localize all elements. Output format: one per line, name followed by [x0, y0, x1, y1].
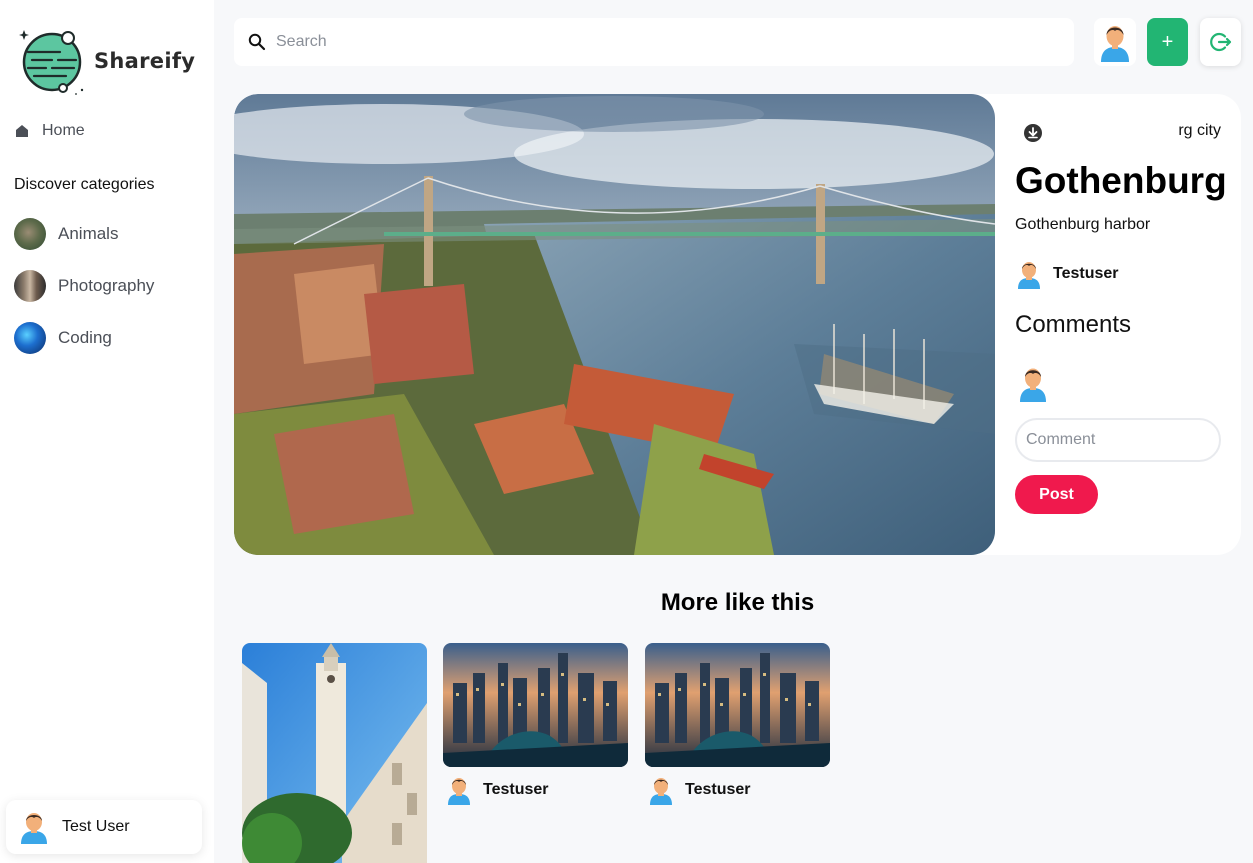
- posted-by-user[interactable]: Testuser: [1015, 259, 1119, 289]
- profile-avatar-button[interactable]: [1094, 18, 1136, 66]
- sidebar-item-animals[interactable]: Animals: [14, 218, 118, 250]
- related-pin-tile[interactable]: [443, 643, 628, 767]
- pin-detail-card: rg city Gothenburg Gothenburg harbor Tes…: [234, 94, 1241, 555]
- planet-logo-icon: [16, 26, 88, 96]
- sidebar-item-label: Animals: [58, 224, 119, 243]
- post-comment-button[interactable]: Post: [1015, 475, 1098, 514]
- related-pin-tile[interactable]: [242, 643, 427, 863]
- avatar: [650, 778, 672, 805]
- category-thumbnail: [14, 270, 46, 302]
- home-icon: [16, 125, 28, 137]
- sidebar-item-label: Home: [42, 122, 85, 139]
- sidebar-item-coding[interactable]: Coding: [14, 322, 112, 354]
- sidebar-item-photography[interactable]: Photography: [14, 270, 154, 302]
- avatar: [448, 778, 470, 805]
- comments-heading: Comments: [1015, 311, 1132, 338]
- avatar: [21, 813, 47, 844]
- sidebar-item-label: Photography: [58, 276, 155, 295]
- related-pin-user-name: Testuser: [483, 781, 549, 798]
- sidebar-item-home[interactable]: Home: [14, 122, 85, 140]
- current-user-card[interactable]: Test User: [6, 800, 202, 854]
- pin-image[interactable]: [234, 94, 995, 555]
- current-user-name: Test User: [62, 818, 130, 835]
- poster-name: Testuser: [1053, 265, 1119, 282]
- sidebar: Shareify Home Discover categories Animal…: [0, 0, 214, 863]
- logout-icon: [1209, 32, 1231, 52]
- search-icon: [248, 33, 266, 51]
- avatar: [1020, 368, 1046, 402]
- related-pin-user-name: Testuser: [685, 781, 751, 798]
- search-bar: [234, 18, 1074, 66]
- discover-heading: Discover categories: [14, 176, 155, 193]
- plus-icon: +: [1161, 30, 1174, 53]
- category-thumbnail: [14, 218, 46, 250]
- comment-user-avatar: [1017, 366, 1049, 407]
- more-like-this-heading: More like this: [660, 589, 815, 616]
- comment-input[interactable]: [1015, 418, 1221, 462]
- avatar: [1018, 262, 1040, 289]
- add-pin-button[interactable]: +: [1147, 18, 1188, 66]
- pin-description: Gothenburg harbor: [1015, 216, 1151, 233]
- logo[interactable]: Shareify: [16, 26, 195, 96]
- category-thumbnail: [14, 322, 46, 354]
- sidebar-item-label: Coding: [58, 328, 112, 347]
- download-icon[interactable]: [1023, 123, 1043, 143]
- related-pin-tile[interactable]: [645, 643, 830, 767]
- pin-title: Gothenburg: [1015, 160, 1227, 201]
- app-name: Shareify: [94, 49, 196, 73]
- search-input[interactable]: [276, 33, 1036, 51]
- destination-link[interactable]: rg city: [1178, 122, 1221, 140]
- related-pin-user[interactable]: Testuser: [647, 775, 751, 805]
- avatar: [1101, 26, 1129, 62]
- related-pin-user[interactable]: Testuser: [445, 775, 549, 805]
- logout-button[interactable]: [1200, 18, 1241, 66]
